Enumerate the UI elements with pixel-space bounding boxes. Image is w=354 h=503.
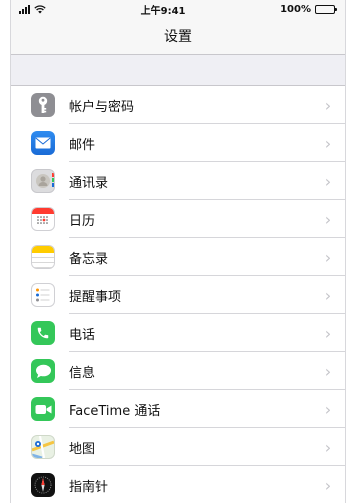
mail-icon [31, 131, 55, 155]
navigation-bar: 设置 [11, 18, 345, 55]
chevron-right-icon: › [324, 361, 332, 381]
settings-row-reminders[interactable]: 提醒事项 › [11, 276, 345, 314]
settings-row-label: FaceTime 通话 [69, 403, 161, 419]
settings-row-calendar[interactable]: 日历 › [11, 200, 345, 238]
battery-group: 100% [280, 3, 337, 15]
settings-row-facetime[interactable]: FaceTime 通话 › [11, 390, 345, 428]
settings-row-accounts-passwords[interactable]: 帐户与密码 › [11, 86, 345, 124]
key-icon [31, 93, 55, 117]
settings-row-label: 帐户与密码 [69, 99, 135, 115]
maps-icon [31, 435, 55, 459]
chevron-right-icon: › [324, 171, 332, 191]
facetime-icon [31, 397, 55, 421]
contacts-icon [31, 169, 55, 193]
calendar-icon [31, 207, 55, 231]
status-bar: 上午9:41 100% [11, 0, 345, 18]
reminders-icon [31, 283, 55, 307]
status-time: 上午9:41 [140, 5, 186, 17]
settings-row-label: 信息 [69, 365, 96, 381]
signal-group [19, 4, 46, 14]
chevron-right-icon: › [324, 399, 332, 419]
settings-row-label: 指南针 [69, 479, 109, 495]
settings-row-contacts[interactable]: 通讯录 › [11, 162, 345, 200]
page-title: 设置 [164, 29, 192, 45]
chevron-right-icon: › [324, 95, 332, 115]
settings-row-label: 电话 [69, 327, 96, 343]
settings-row-maps[interactable]: 地图 › [11, 428, 345, 466]
settings-row-label: 备忘录 [69, 251, 109, 267]
battery-percent: 100% [280, 3, 311, 15]
section-spacer [11, 55, 345, 85]
chevron-right-icon: › [324, 209, 332, 229]
chevron-right-icon: › [324, 323, 332, 343]
settings-row-mail[interactable]: 邮件 › [11, 124, 345, 162]
settings-row-messages[interactable]: 信息 › [11, 352, 345, 390]
settings-row-label: 邮件 [69, 137, 96, 153]
settings-row-phone[interactable]: 电话 › [11, 314, 345, 352]
settings-row-label: 通讯录 [69, 175, 109, 191]
settings-row-notes[interactable]: 备忘录 › [11, 238, 345, 276]
settings-row-compass[interactable]: 指南针 › [11, 466, 345, 503]
chevron-right-icon: › [324, 437, 332, 457]
chevron-right-icon: › [324, 475, 332, 495]
cellular-signal-icon [19, 4, 30, 14]
chevron-right-icon: › [324, 133, 332, 153]
settings-list: 帐户与密码 › 邮件 › 通讯录 › 日历 › 备忘录 › 提醒事项 › 电话 … [11, 85, 345, 503]
compass-icon [31, 473, 55, 497]
notes-icon [31, 245, 55, 269]
phone-icon [31, 321, 55, 345]
settings-row-label: 日历 [69, 213, 96, 229]
settings-screen: 上午9:41 100% 设置 帐户与密码 › 邮件 › 通讯录 › 日历 › 备… [10, 0, 346, 503]
settings-row-label: 地图 [69, 441, 96, 457]
messages-icon [31, 359, 55, 383]
chevron-right-icon: › [324, 247, 332, 267]
wifi-icon [34, 4, 46, 13]
battery-icon [315, 4, 337, 14]
chevron-right-icon: › [324, 285, 332, 305]
settings-row-label: 提醒事项 [69, 289, 122, 305]
